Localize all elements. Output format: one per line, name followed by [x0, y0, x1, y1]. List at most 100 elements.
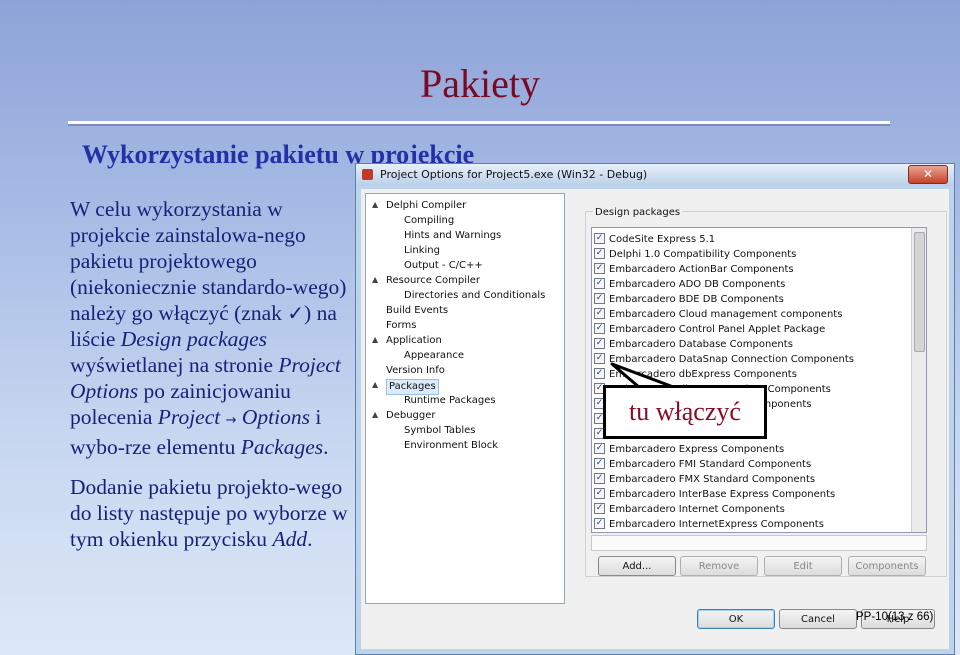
body-text: W celu wykorzystania w projekcie zainsta… — [70, 196, 350, 566]
horizontal-scrollbar[interactable] — [591, 535, 927, 551]
checkbox[interactable]: ✓ — [594, 457, 605, 469]
package-label: Embarcadero InterBase Express Components — [609, 489, 836, 500]
page-number: PP-10(13 z 66) — [856, 611, 934, 623]
checkbox[interactable]: ✓ — [594, 352, 605, 364]
tree-item[interactable]: Resource Compiler — [386, 274, 480, 288]
callout-label: tu włączyć — [603, 385, 767, 439]
remove-button[interactable]: Remove — [680, 556, 758, 576]
package-label: Embarcadero FMX Standard Components — [609, 474, 816, 485]
package-row[interactable]: ✓ Embarcadero Cloud management components — [594, 307, 842, 322]
close-button[interactable]: ✕ — [908, 165, 948, 184]
package-label: Embarcadero Express Components — [609, 444, 785, 455]
options-tree: ▲ Delphi Compiler Compiling Hints and Warni… — [365, 193, 565, 604]
slide-title: Pakiety — [420, 61, 540, 106]
package-label: Embarcadero Cloud management components — [609, 309, 843, 320]
package-row[interactable]: ✓ Embarcadero BDE DB Components — [594, 292, 784, 307]
checkbox[interactable]: ✓ — [594, 262, 605, 274]
package-label: Embarcadero Internet Components — [609, 504, 785, 515]
package-label: Embarcadero DataSnap Connection Componen… — [609, 354, 854, 365]
checkbox[interactable]: ✓ — [594, 517, 605, 529]
package-label: Embarcadero BDE DB Components — [609, 294, 784, 305]
tree-expander-icon[interactable]: ▲ — [372, 200, 378, 209]
checkbox[interactable]: ✓ — [594, 502, 605, 514]
tree-item[interactable]: Symbol Tables — [404, 424, 476, 438]
tree-item[interactable]: Hints and Warnings — [404, 229, 501, 243]
package-label: Embarcadero FMI Standard Components — [609, 459, 812, 470]
list-scrollbar[interactable] — [911, 228, 926, 532]
ok-button[interactable]: OK — [697, 609, 775, 629]
package-label: Embarcadero Control Panel Applet Package — [609, 324, 826, 335]
tree-item[interactable]: Directories and Conditionals — [404, 289, 545, 303]
package-row[interactable]: ✓ Embarcadero Database Components — [594, 337, 793, 352]
package-label: Embarcadero Database Components — [609, 339, 793, 350]
tree-item[interactable]: Runtime Packages — [404, 394, 496, 408]
package-row[interactable]: ✓ Embarcadero dbExpress Components — [594, 367, 797, 382]
package-label: Embarcadero dbExpress Components — [609, 369, 797, 380]
package-row[interactable]: ✓ Embarcadero FMI Standard Components — [594, 457, 811, 472]
package-label: Embarcadero InternetExpress Components — [609, 519, 824, 530]
package-row[interactable]: ✓ Embarcadero ADO DB Components — [594, 277, 785, 292]
paragraph-1: W celu wykorzystania w projekcie zainsta… — [70, 196, 350, 460]
package-row[interactable]: ✓ Delphi 1.0 Compatibility Components — [594, 247, 796, 262]
dialog-title: Project Options for Project5.exe (Win32 … — [380, 168, 648, 181]
checkbox[interactable]: ✓ — [594, 367, 605, 379]
package-label: Delphi 1.0 Compatibility Components — [609, 249, 797, 260]
tree-item[interactable]: Forms — [386, 319, 416, 333]
package-label: CodeSite Express 5.1 — [609, 234, 716, 245]
tree-item[interactable]: Debugger — [386, 409, 436, 423]
checkbox[interactable]: ✓ — [594, 247, 605, 259]
tree-item[interactable]: Output - C/C++ — [404, 259, 483, 273]
tree-item[interactable]: Version Info — [386, 364, 445, 378]
cancel-button[interactable]: Cancel — [779, 609, 857, 629]
paragraph-2: Dodanie pakietu projekto-wego do listy n… — [70, 474, 350, 552]
tree-item[interactable]: Compiling — [404, 214, 454, 228]
tree-item[interactable]: Delphi Compiler — [386, 199, 466, 213]
italic-term: Packages — [240, 435, 324, 459]
tree-item[interactable]: Linking — [404, 244, 440, 258]
app-icon — [362, 169, 373, 180]
italic-term: Options — [236, 405, 310, 429]
scroll-thumb[interactable] — [914, 232, 925, 352]
design-packages-label: Design packages — [593, 207, 683, 218]
checkbox[interactable]: ✓ — [594, 277, 605, 289]
tree-expander-icon[interactable]: ▲ — [372, 335, 378, 344]
italic-term: Add — [272, 527, 308, 551]
title-divider — [68, 121, 890, 126]
checkbox[interactable]: ✓ — [594, 472, 605, 484]
tree-item[interactable]: Appearance — [404, 349, 464, 363]
package-row[interactable]: ✓ Embarcadero InterBase Express Component… — [594, 487, 835, 502]
tree-expander-icon[interactable]: ▲ — [372, 275, 378, 284]
checkmark-icon: ✓ — [287, 301, 305, 325]
package-label: Embarcadero ActionBar Components — [609, 264, 794, 275]
text-run: . — [323, 435, 329, 459]
checkbox[interactable]: ✓ — [594, 292, 605, 304]
package-row[interactable]: ✓ Embarcadero Control Panel Applet Packag… — [594, 322, 825, 337]
package-row[interactable]: ✓ Embarcadero Express Components — [594, 442, 784, 457]
tree-item[interactable]: Application — [386, 334, 442, 348]
edit-button[interactable]: Edit — [764, 556, 842, 576]
tree-item[interactable]: Build Events — [386, 304, 448, 318]
arrow-icon: → — [225, 413, 237, 428]
package-row[interactable]: ✓ CodeSite Express 5.1 — [594, 232, 715, 247]
package-row[interactable]: ✓ Embarcadero Internet Components — [594, 502, 785, 517]
components-button[interactable]: Components — [848, 556, 926, 576]
design-packages-list: ✓ CodeSite Express 5.1 ✓ Delphi 1.0 Compati… — [591, 227, 927, 533]
checkbox[interactable]: ✓ — [594, 322, 605, 334]
checkbox[interactable]: ✓ — [594, 442, 605, 454]
package-row[interactable]: ✓ Embarcadero FMX Standard Components — [594, 472, 815, 487]
checkbox[interactable]: ✓ — [594, 232, 605, 244]
tree-expander-icon[interactable]: ▲ — [372, 410, 378, 419]
italic-term: Project — [157, 405, 221, 429]
tree-item[interactable]: Environment Block — [404, 439, 498, 453]
tree-item[interactable]: Packages — [386, 379, 439, 395]
dialog-titlebar[interactable]: Project Options for Project5.exe (Win32 … — [356, 164, 954, 186]
package-row[interactable]: ✓ Embarcadero ActionBar Components — [594, 262, 794, 277]
checkbox[interactable]: ✓ — [594, 337, 605, 349]
add-button[interactable]: Add... — [598, 556, 676, 576]
checkbox[interactable]: ✓ — [594, 487, 605, 499]
tree-expander-icon[interactable]: ▲ — [372, 380, 378, 389]
package-row[interactable]: ✓ Embarcadero InternetExpress Components — [594, 517, 824, 532]
checkbox[interactable]: ✓ — [594, 307, 605, 319]
package-row[interactable]: ✓ Embarcadero DataSnap Connection Compone… — [594, 352, 854, 367]
text-run: wyświetlanej na stronie — [70, 353, 279, 377]
